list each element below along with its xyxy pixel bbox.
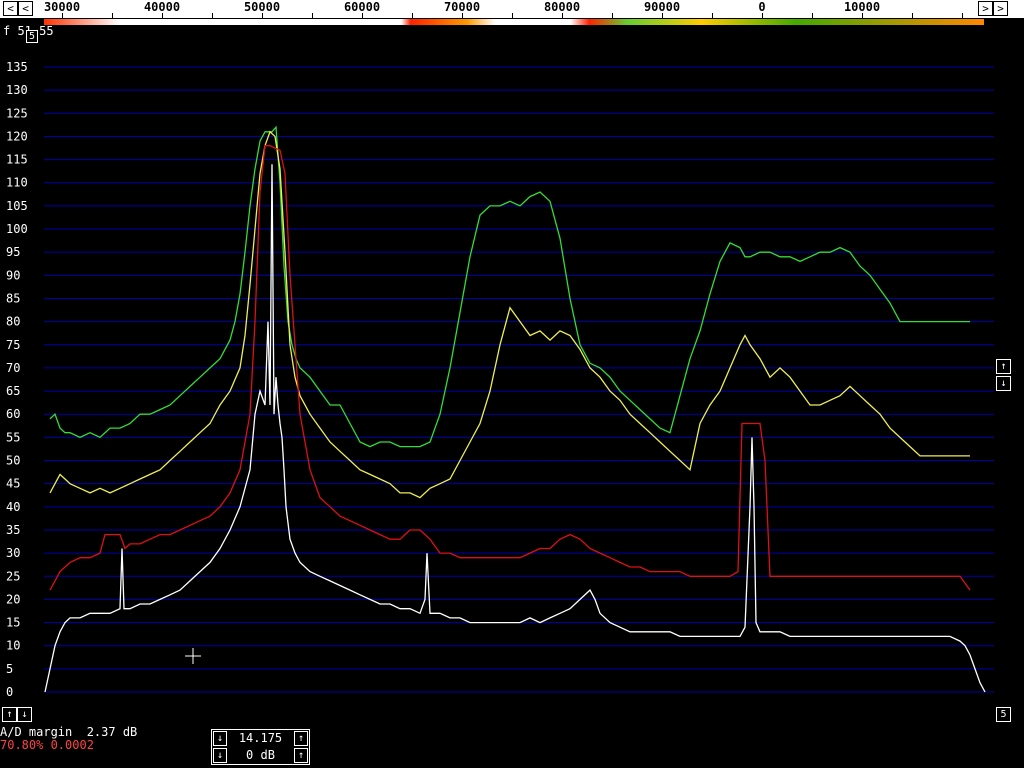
frequency-row: ↓ 14.175 ↑ (212, 730, 309, 746)
frequency-gain-box: ↓ 14.175 ↑ ↓ 0 dB ↑ (211, 729, 310, 765)
y-axis-label: 130 (6, 83, 28, 97)
spectrum-plot[interactable]: 1351301251201151101051009590858075706560… (0, 0, 1024, 768)
frequency-value[interactable]: 14.175 (230, 730, 291, 746)
y-axis-label: 120 (6, 129, 28, 143)
bottom-right-scale-button[interactable]: 5 (996, 707, 1011, 722)
spectrum-trace-4 (44, 164, 986, 693)
y-axis-label: 10 (6, 639, 20, 653)
y-axis-label: 80 (6, 315, 20, 329)
gain-up-button[interactable]: ↑ (294, 748, 308, 763)
y-axis-label: 30 (6, 546, 20, 560)
gain-value[interactable]: 0 dB (230, 747, 291, 763)
y-axis-label: 100 (6, 222, 28, 236)
y-axis-label: 75 (6, 338, 20, 352)
y-axis-label: 125 (6, 106, 28, 120)
bottom-left-down-button[interactable]: ↓ (17, 707, 32, 722)
y-axis-label: 55 (6, 430, 20, 444)
y-axis-label: 15 (6, 616, 20, 630)
frequency-down-button[interactable]: ↓ (213, 731, 227, 746)
y-axis-label: 65 (6, 384, 20, 398)
crosshair-cursor (185, 648, 201, 664)
y-axis-label: 40 (6, 500, 20, 514)
scroll-down-button[interactable]: ↓ (996, 376, 1011, 391)
y-axis-label: 105 (6, 199, 28, 213)
y-axis-label: 35 (6, 523, 20, 537)
gain-row: ↓ 0 dB ↑ (212, 747, 309, 763)
y-axis-label: 70 (6, 361, 20, 375)
spectrum-trace-2 (49, 130, 970, 499)
y-axis-label: 0 (6, 685, 13, 699)
scroll-up-button[interactable]: ↑ (996, 359, 1011, 374)
y-axis-label: 25 (6, 569, 20, 583)
y-axis-label: 90 (6, 268, 20, 282)
level-readout: 70.80% 0.0002 (0, 738, 94, 752)
y-axis-label: 110 (6, 176, 28, 190)
y-axis-label: 20 (6, 592, 20, 606)
y-axis-label: 135 (6, 60, 28, 74)
spectrum-traces (44, 125, 986, 693)
y-axis-label: 50 (6, 454, 20, 468)
grid-lines (44, 66, 994, 693)
y-axis-label: 115 (6, 153, 28, 167)
y-axis-label: 95 (6, 245, 20, 259)
frequency-up-button[interactable]: ↑ (294, 731, 308, 746)
bottom-left-up-button[interactable]: ↑ (2, 707, 17, 722)
y-axis-label: 85 (6, 291, 20, 305)
y-axis-label: 5 (6, 662, 13, 676)
y-axis-label: 60 (6, 407, 20, 421)
gain-down-button[interactable]: ↓ (213, 748, 227, 763)
y-axis-label: 45 (6, 477, 20, 491)
status-area: A/D margin 2.37 dB 70.80% 0.0002 (0, 726, 210, 766)
y-axis-labels: 1351301251201151101051009590858075706560… (6, 60, 28, 699)
